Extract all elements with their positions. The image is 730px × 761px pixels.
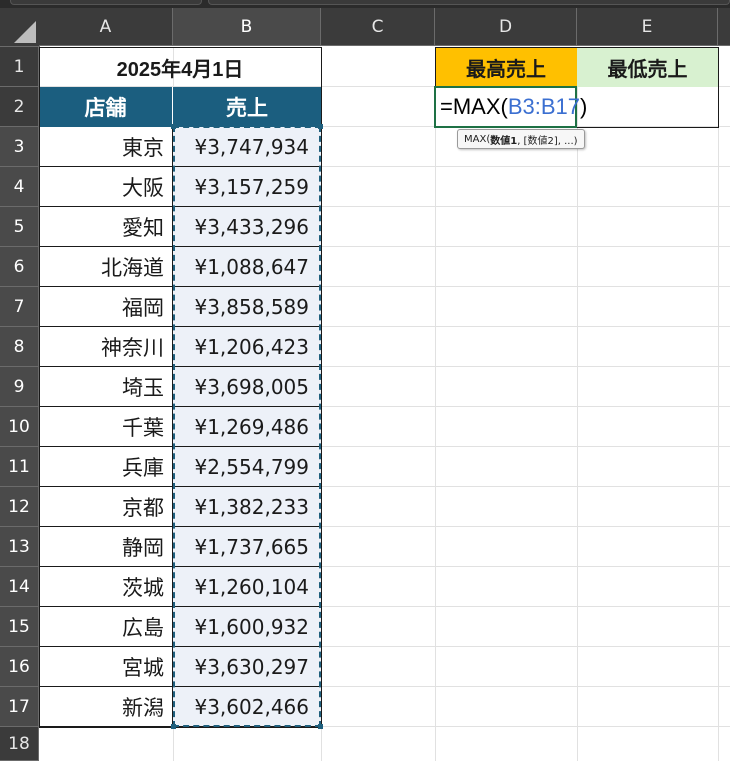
sales-cell[interactable]: ¥1,269,486 [173, 407, 321, 447]
row-header-11[interactable]: 11 [0, 447, 39, 487]
row-header-1[interactable]: 1 [0, 47, 39, 87]
row-header-4[interactable]: 4 [0, 167, 39, 207]
row-header-15[interactable]: 15 [0, 607, 39, 647]
store-cell[interactable]: 茨城 [39, 567, 173, 607]
sales-cell[interactable]: ¥3,858,589 [173, 287, 321, 327]
selection-handle[interactable] [171, 724, 176, 729]
workbook-tab[interactable] [10, 0, 202, 5]
sales-cell[interactable]: ¥3,747,934 [173, 127, 321, 167]
min-sales-header[interactable]: 最低売上 [577, 47, 718, 87]
formula-range-ref: B3:B17 [507, 94, 581, 119]
sales-cell[interactable]: ¥1,600,932 [173, 607, 321, 647]
sales-cell[interactable]: ¥3,433,296 [173, 207, 321, 247]
row-header-12[interactable]: 12 [0, 487, 39, 527]
select-all-icon [14, 21, 36, 43]
sales-cell[interactable]: ¥3,698,005 [173, 367, 321, 407]
store-header[interactable]: 店舗 [39, 87, 173, 127]
row-header-8[interactable]: 8 [0, 327, 39, 367]
store-cell[interactable]: 大阪 [39, 167, 173, 207]
store-cell[interactable]: 京都 [39, 487, 173, 527]
sales-cell[interactable]: ¥3,157,259 [173, 167, 321, 207]
selection-handle[interactable] [318, 724, 323, 729]
tooltip-func[interactable]: MAX( [464, 134, 490, 145]
row-header-6[interactable]: 6 [0, 247, 39, 287]
select-all-button[interactable] [0, 8, 40, 47]
store-cell[interactable]: 宮城 [39, 647, 173, 687]
sales-cell[interactable]: ¥1,737,665 [173, 527, 321, 567]
row-header-10[interactable]: 10 [0, 407, 39, 447]
date-title-cell[interactable]: 2025年4月1日 [39, 47, 321, 87]
store-cell[interactable]: 兵庫 [39, 447, 173, 487]
max-sales-header[interactable]: 最高売上 [435, 47, 577, 87]
store-cell[interactable]: 福岡 [39, 287, 173, 327]
row-header-17[interactable]: 17 [0, 687, 39, 727]
row-header-9[interactable]: 9 [0, 367, 39, 407]
sales-cell[interactable]: ¥1,260,104 [173, 567, 321, 607]
column-header-d[interactable]: D [435, 8, 577, 46]
store-cell[interactable]: 東京 [39, 127, 173, 167]
store-cell[interactable]: 埼玉 [39, 367, 173, 407]
tooltip-arg1[interactable]: 数値1 [490, 132, 517, 147]
store-cell[interactable]: 愛知 [39, 207, 173, 247]
store-cell[interactable]: 新潟 [39, 687, 173, 727]
function-tooltip[interactable]: MAX(数値1, [数値2], ...) [457, 129, 585, 149]
workbook-tab[interactable] [208, 0, 730, 5]
store-cell[interactable]: 静岡 [39, 527, 173, 567]
row-header-13[interactable]: 13 [0, 527, 39, 567]
row-header-18[interactable]: 18 [0, 727, 39, 761]
active-cell-d2[interactable]: =MAX(B3:B17) [434, 86, 587, 128]
store-cell[interactable]: 千葉 [39, 407, 173, 447]
column-header-a[interactable]: A [39, 8, 173, 46]
sales-cell[interactable]: ¥2,554,799 [173, 447, 321, 487]
formula-prefix: =MAX( [440, 94, 508, 119]
row-header-7[interactable]: 7 [0, 287, 39, 327]
row-header-3[interactable]: 3 [0, 127, 39, 167]
store-cell[interactable]: 北海道 [39, 247, 173, 287]
sales-cell[interactable]: ¥3,630,297 [173, 647, 321, 687]
column-header-c[interactable]: C [321, 8, 435, 46]
selection-handle[interactable] [171, 124, 176, 129]
top-tab-strip [0, 0, 730, 8]
column-header-e[interactable]: E [577, 8, 718, 46]
sales-cell[interactable]: ¥3,602,466 [173, 687, 321, 727]
store-cell[interactable]: 神奈川 [39, 327, 173, 367]
sales-header[interactable]: 売上 [173, 87, 321, 127]
store-cell[interactable]: 広島 [39, 607, 173, 647]
sales-cell[interactable]: ¥1,206,423 [173, 327, 321, 367]
row-header-2[interactable]: 2 [0, 87, 39, 127]
row-header-14[interactable]: 14 [0, 567, 39, 607]
sales-cell[interactable]: ¥1,382,233 [173, 487, 321, 527]
row-header-16[interactable]: 16 [0, 647, 39, 687]
sales-cell[interactable]: ¥1,088,647 [173, 247, 321, 287]
column-header-f[interactable] [718, 8, 730, 46]
tooltip-rest[interactable]: , [数値2], ...) [517, 132, 577, 147]
selection-handle[interactable] [318, 124, 323, 129]
formula-suffix: ) [580, 94, 588, 119]
row-header-5[interactable]: 5 [0, 207, 39, 247]
column-header-b[interactable]: B [173, 8, 321, 46]
